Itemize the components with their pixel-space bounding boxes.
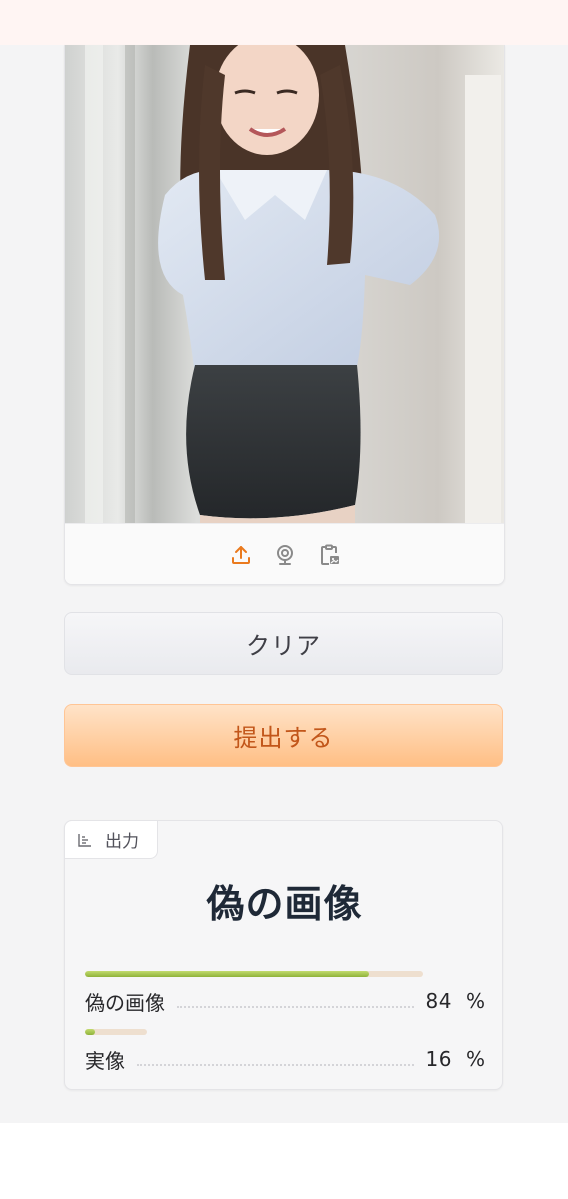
webcam-icon [276, 544, 293, 565]
output-tag: 出力 [64, 820, 158, 859]
webcam-button[interactable] [272, 542, 298, 568]
image-source-toolbar [65, 523, 504, 584]
confidence-unit: % [465, 1047, 485, 1071]
confidence-label: 実像 [85, 1048, 125, 1073]
top-band [0, 0, 568, 45]
output-tag-label: 出力 [105, 832, 139, 852]
dotted-leader [137, 1064, 414, 1066]
confidence-line: 偽の画像 84 % [85, 986, 485, 1016]
submit-button[interactable]: 提出する [64, 704, 503, 767]
paste-clipboard-button[interactable] [316, 542, 342, 568]
clear-button[interactable]: クリア [64, 612, 503, 675]
confidence-value: 84 [425, 989, 452, 1013]
confidence-bar-fill [85, 1029, 95, 1035]
confidence-line: 実像 16 % [85, 1044, 485, 1074]
confidence-unit: % [465, 989, 485, 1013]
clipboard-icon [320, 544, 339, 565]
result-label: 偽の画像 [206, 882, 363, 926]
upload-icon [231, 545, 250, 564]
confidence-label: 偽の画像 [85, 990, 165, 1015]
output-panel: 出力 偽の画像 偽の画像 84 % 実像 16 % [64, 820, 503, 1090]
confidence-bar-fill [85, 971, 369, 977]
confidence-bar [85, 971, 423, 977]
upload-button[interactable] [228, 542, 254, 568]
confidence-value: 16 [425, 1047, 452, 1071]
chart-icon [78, 833, 91, 847]
uploaded-photo [65, 45, 504, 523]
dotted-leader [177, 1006, 414, 1008]
image-input-card [64, 45, 505, 585]
confidence-bar [85, 1029, 147, 1035]
